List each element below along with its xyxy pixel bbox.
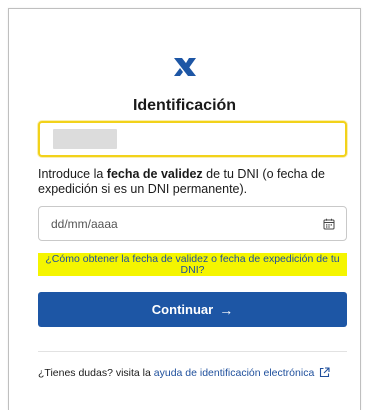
- divider: [38, 351, 347, 352]
- arrow-right-icon: →: [219, 301, 234, 318]
- electronic-id-help-link[interactable]: ayuda de identificación electrónica: [154, 367, 315, 379]
- validity-date-input[interactable]: [39, 207, 346, 240]
- continue-button-label: Continuar: [151, 302, 214, 317]
- id-number-field[interactable]: [38, 121, 347, 157]
- validity-date-help-link[interactable]: ¿Cómo obtener la fecha de validez o fech…: [38, 253, 347, 276]
- footer-text: ¿Tienes dudas? visita la: [38, 367, 154, 379]
- id-number-input[interactable]: [40, 123, 345, 155]
- page-title: Identificación: [132, 97, 237, 114]
- validity-date-field[interactable]: [38, 206, 347, 241]
- footer-help: ¿Tienes dudas? visita la ayuda de identi…: [38, 367, 356, 379]
- date-instructions: Introduce la fecha de validez de tu DNI …: [38, 167, 325, 196]
- instructions-bold: fecha de validez: [106, 167, 203, 181]
- agency-logo-icon: [174, 58, 196, 76]
- continue-button[interactable]: Continuar →: [38, 292, 347, 327]
- external-link-icon[interactable]: [319, 367, 330, 378]
- calendar-icon[interactable]: [323, 218, 335, 230]
